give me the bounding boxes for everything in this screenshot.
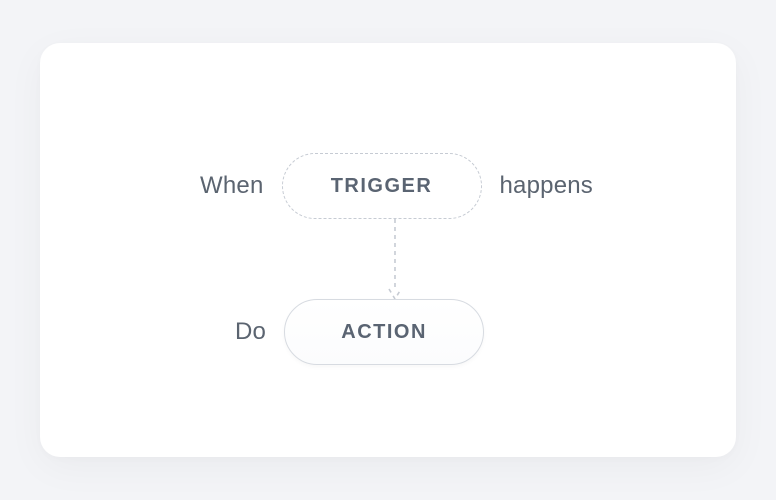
action-prefix: Do — [235, 318, 266, 346]
trigger-pill[interactable]: TRIGGER — [282, 153, 482, 219]
trigger-row: When TRIGGER happens — [200, 153, 593, 219]
action-row: Do ACTION — [235, 299, 484, 365]
action-pill-label: ACTION — [341, 321, 427, 344]
arrow-down-icon — [388, 219, 402, 303]
trigger-pill-label: TRIGGER — [331, 175, 433, 198]
trigger-prefix: When — [200, 172, 264, 200]
workflow-card: When TRIGGER happens Do ACTION — [40, 43, 736, 457]
action-pill[interactable]: ACTION — [284, 299, 484, 365]
trigger-suffix: happens — [500, 172, 594, 200]
